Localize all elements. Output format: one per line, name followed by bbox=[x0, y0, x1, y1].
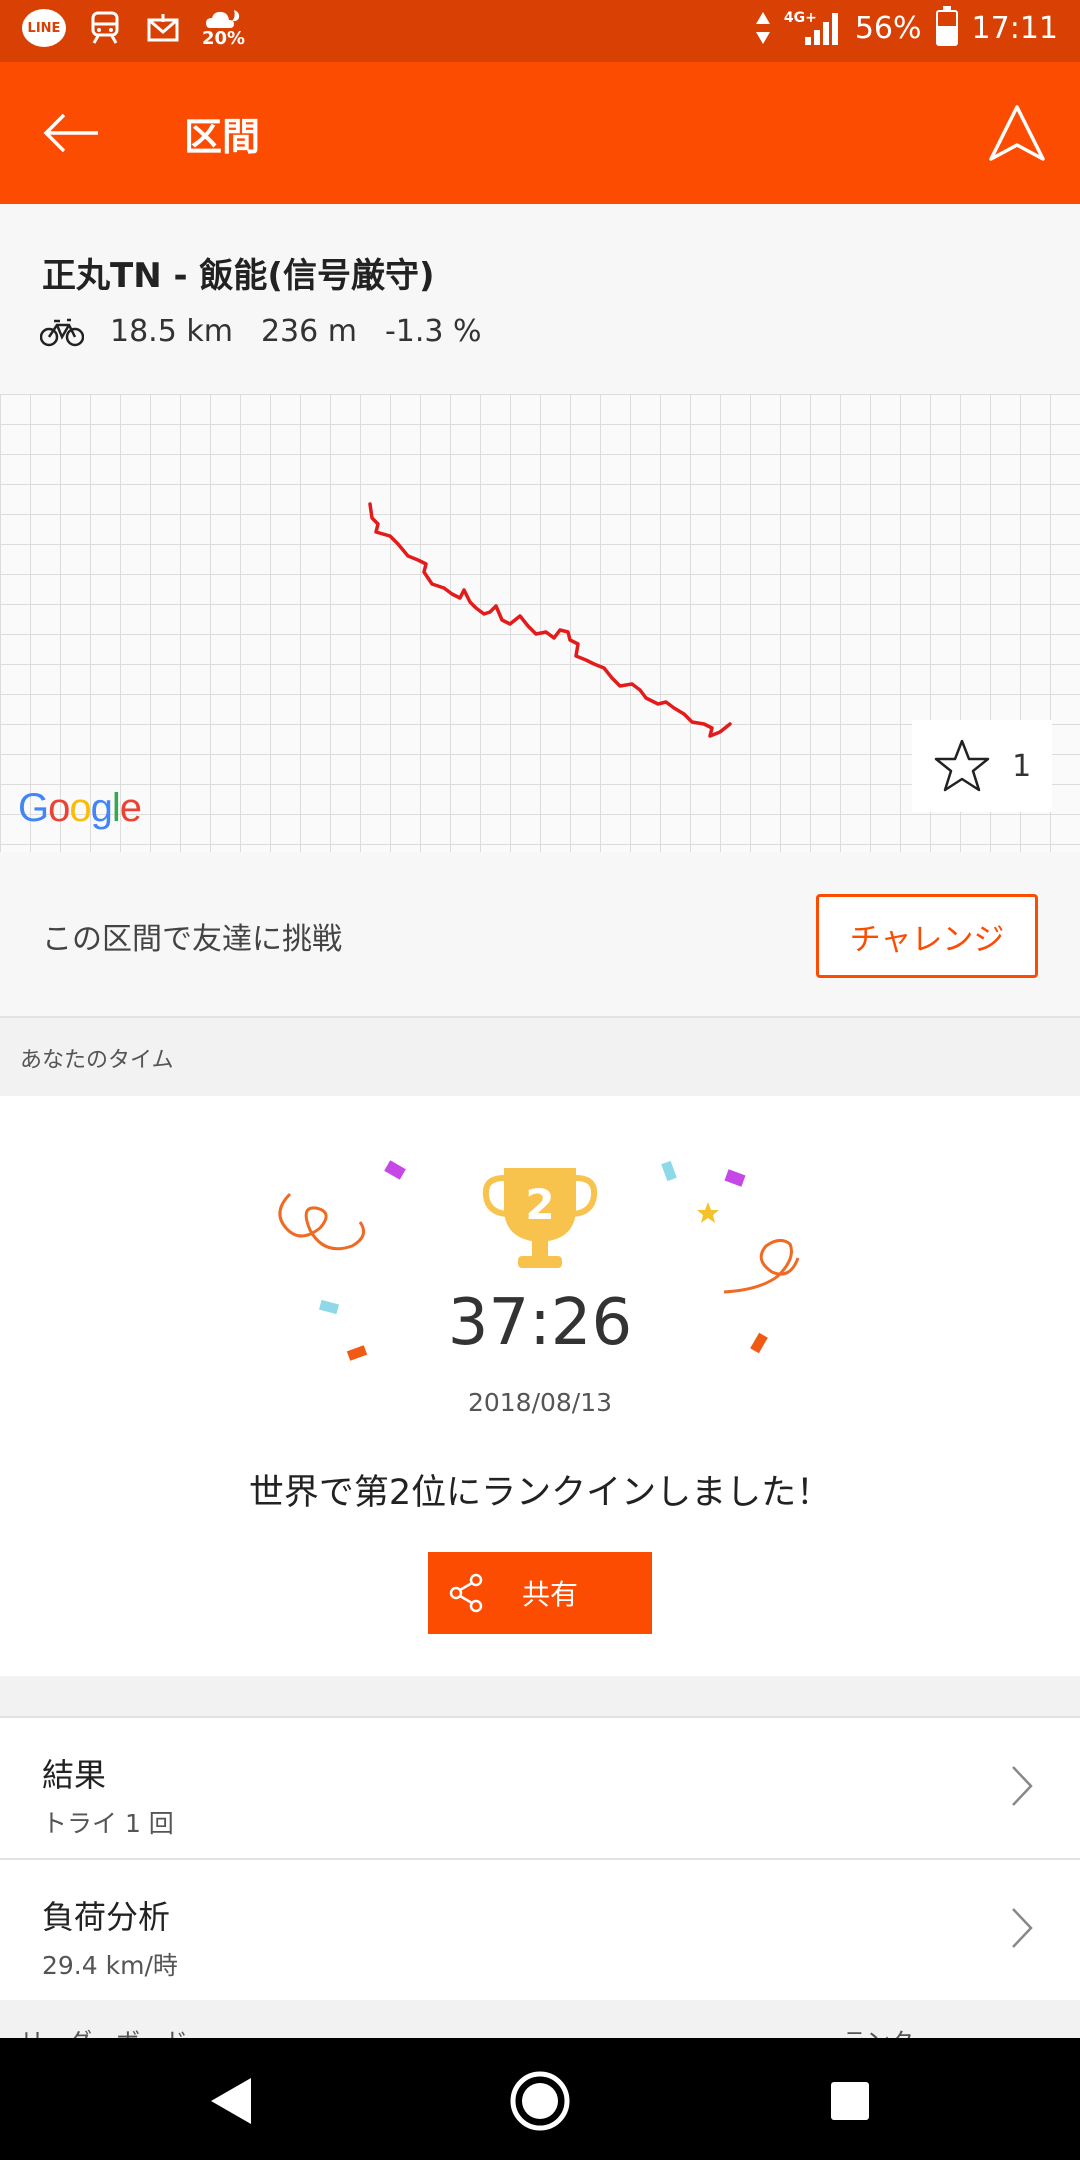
network-type: 4G+ bbox=[783, 10, 817, 26]
segment-name: 正丸TN - 飯能(信号厳守) bbox=[42, 256, 435, 296]
line-app-icon: LINE bbox=[22, 9, 66, 47]
share-icon bbox=[448, 1573, 484, 1613]
share-button[interactable]: 共有 bbox=[428, 1552, 652, 1634]
results-title: 結果 bbox=[42, 1756, 107, 1794]
segment-distance: 18.5 km bbox=[110, 314, 233, 349]
rank-label: ランク bbox=[842, 2022, 914, 2038]
leaderboard-header-peek: リーダーボード ランク bbox=[0, 2000, 1080, 2038]
results-row[interactable]: 結果 トライ 1 回 bbox=[0, 1716, 1080, 1858]
train-icon bbox=[86, 8, 124, 48]
bicycle-icon bbox=[40, 317, 84, 347]
segment-stats: 18.5 km 236 m -1.3 % bbox=[40, 314, 510, 349]
app-bar: 区間 bbox=[0, 62, 1080, 204]
star-segment-button[interactable]: 1 bbox=[912, 720, 1052, 812]
share-label: 共有 bbox=[522, 1578, 579, 1611]
result-card: 2 37:26 2018/08/13 世界で第2位にランクインしました！ 共有 bbox=[0, 1096, 1080, 1676]
clock: 17:11 bbox=[971, 10, 1058, 46]
google-logo-text: Google bbox=[18, 786, 142, 830]
back-arrow-icon bbox=[43, 113, 98, 153]
nav-back-button[interactable] bbox=[195, 2066, 265, 2136]
recents-square-icon bbox=[831, 2082, 869, 2120]
weather-icon: 20% bbox=[202, 8, 245, 48]
battery-icon bbox=[935, 6, 958, 46]
segment-elevation: 236 m bbox=[260, 314, 357, 349]
trophy-rank-number: 2 bbox=[525, 1180, 555, 1229]
your-time-header: あなたのタイム bbox=[0, 1018, 1080, 1096]
result-time: 37:26 bbox=[447, 1286, 633, 1360]
star-count: 1 bbox=[1012, 748, 1032, 784]
challenge-text: この区間で友達に挑戦 bbox=[42, 922, 342, 957]
rank-message: 世界で第2位にランクインしました！ bbox=[248, 1473, 832, 1513]
star-icon bbox=[934, 739, 989, 792]
home-circle-icon bbox=[510, 2071, 570, 2131]
result-date: 2018/08/13 bbox=[467, 1388, 613, 1417]
results-subtitle: トライ 1 回 bbox=[42, 1809, 174, 1838]
mail-icon bbox=[144, 8, 182, 48]
nav-recents-button[interactable] bbox=[815, 2066, 885, 2136]
back-button[interactable] bbox=[36, 98, 106, 168]
weather-percent: 20% bbox=[202, 28, 246, 49]
navigate-button[interactable] bbox=[982, 98, 1052, 168]
page-title: 区間 bbox=[184, 115, 261, 159]
segment-grade: -1.3 % bbox=[384, 314, 482, 349]
leaderboard-label: リーダーボード bbox=[20, 2022, 188, 2038]
nav-home-button[interactable] bbox=[505, 2066, 575, 2136]
system-navigation-bar bbox=[0, 2038, 1080, 2160]
chevron-right-icon bbox=[1012, 1908, 1033, 1948]
load-analysis-subtitle: 29.4 km/時 bbox=[42, 1951, 178, 1980]
battery-percent: 56% bbox=[854, 10, 922, 46]
challenge-button[interactable]: チャレンジ bbox=[816, 894, 1038, 978]
load-analysis-title: 負荷分析 bbox=[42, 1898, 171, 1936]
data-arrows-icon bbox=[755, 12, 770, 44]
status-bar: LINE 20% 4G+ 56% 17:11 bbox=[0, 0, 1080, 62]
google-logo: Google bbox=[18, 786, 142, 831]
back-triangle-icon bbox=[211, 2078, 251, 2124]
navigation-arrow-icon bbox=[989, 105, 1045, 161]
your-time-label: あなたのタイム bbox=[20, 1048, 174, 1073]
load-analysis-row[interactable]: 負荷分析 29.4 km/時 bbox=[0, 1858, 1080, 2000]
segment-header: 正丸TN - 飯能(信号厳守) 18.5 km 236 m -1.3 % bbox=[0, 204, 1080, 394]
challenge-row: この区間で友達に挑戦 チャレンジ bbox=[0, 852, 1080, 1018]
segment-map[interactable]: Google 1 bbox=[0, 394, 1080, 852]
chevron-right-icon bbox=[1012, 1766, 1033, 1806]
